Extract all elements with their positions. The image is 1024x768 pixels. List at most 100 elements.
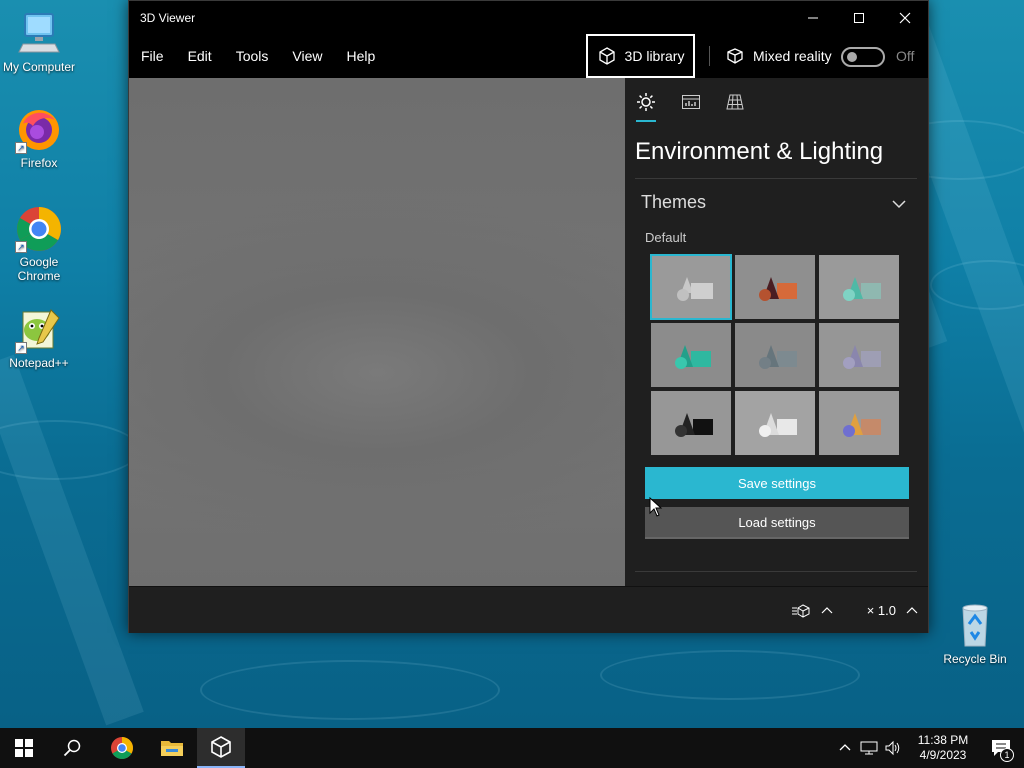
- search-button[interactable]: [48, 728, 96, 768]
- menu-help[interactable]: Help: [334, 34, 387, 78]
- panel-title: Environment & Lighting: [635, 138, 884, 165]
- clock[interactable]: 11:38 PM 4/9/2023: [908, 733, 978, 763]
- desktop-icon-notepadpp[interactable]: ↗ Notepad++: [1, 306, 77, 370]
- close-button[interactable]: [882, 1, 928, 34]
- search-icon: [63, 739, 81, 757]
- mouse-cursor-icon: [649, 497, 663, 517]
- save-settings-button[interactable]: Save settings: [645, 467, 909, 499]
- minimize-icon: [808, 17, 818, 18]
- tab-stats[interactable]: [679, 90, 703, 114]
- theme-preview: [819, 255, 899, 319]
- mixed-reality-toggle[interactable]: [841, 47, 885, 67]
- theme-thumbnail[interactable]: [735, 391, 815, 455]
- desktop-icon-label: Notepad++: [9, 356, 69, 370]
- chrome-icon: ↗: [15, 205, 63, 253]
- lighting-icon: [637, 93, 655, 111]
- taskbar-file-explorer[interactable]: [148, 728, 196, 768]
- taskbar: 11:38 PM 4/9/2023 1: [0, 728, 1024, 768]
- firefox-icon: ↗: [15, 106, 63, 154]
- close-icon: [899, 12, 911, 23]
- chrome-icon: [111, 737, 133, 759]
- status-bar: × 1.0: [129, 586, 928, 633]
- mixed-reality-label: Mixed reality: [753, 48, 832, 64]
- mixed-reality-button[interactable]: Mixed reality: [725, 34, 832, 78]
- clock-date: 4/9/2023: [919, 748, 967, 762]
- themes-group-label: Default: [645, 230, 687, 245]
- folder-icon: [161, 741, 183, 756]
- toggle-knob: [847, 52, 857, 62]
- window-title: 3D Viewer: [140, 10, 196, 25]
- theme-thumbnail[interactable]: [650, 254, 732, 320]
- notification-count: 1: [1000, 748, 1014, 762]
- desktop-icon-my-computer[interactable]: My Computer: [1, 10, 77, 74]
- mixed-reality-state: Off: [896, 48, 915, 64]
- maximize-icon: [854, 12, 864, 23]
- theme-preview: [819, 323, 899, 387]
- 3d-viewport[interactable]: [129, 78, 625, 586]
- desktop-icon-recycle-bin[interactable]: Recycle Bin: [937, 602, 1013, 666]
- panel-tabs: [625, 78, 928, 126]
- themes-header[interactable]: Themes: [641, 192, 706, 213]
- menu-file[interactable]: File: [129, 34, 176, 78]
- recycle-bin-icon: [951, 602, 999, 650]
- theme-thumbnail[interactable]: [735, 255, 815, 319]
- 3d-library-label: 3D library: [624, 48, 685, 64]
- panel-divider: [635, 571, 917, 572]
- theme-preview: [735, 255, 815, 319]
- network-icon[interactable]: [860, 740, 878, 756]
- 3d-library-button[interactable]: 3D library: [586, 34, 695, 78]
- volume-icon[interactable]: [884, 740, 902, 756]
- menu-separator: [709, 46, 710, 66]
- title-bar[interactable]: 3D Viewer: [129, 1, 928, 34]
- desktop-icon-label: My Computer: [2, 60, 76, 74]
- stats-icon: [682, 95, 700, 109]
- tab-lighting[interactable]: [634, 90, 658, 114]
- notepadpp-icon: ↗: [15, 306, 63, 354]
- taskbar-chrome[interactable]: [98, 728, 146, 768]
- chevron-up-icon[interactable]: [821, 605, 833, 617]
- theme-preview: [651, 255, 731, 319]
- desktop-icon-label: Firefox: [20, 156, 58, 170]
- active-tab-indicator: [636, 120, 656, 122]
- system-tray: 11:38 PM 4/9/2023 1: [838, 728, 1024, 768]
- panel-divider: [635, 178, 917, 179]
- theme-thumbnail[interactable]: [819, 323, 899, 387]
- computer-icon: [15, 10, 63, 58]
- windows-logo-icon: [15, 739, 33, 757]
- menu-view[interactable]: View: [280, 34, 334, 78]
- environment-panel: Environment & Lighting Themes Default Sa…: [625, 78, 928, 586]
- chevron-up-icon[interactable]: [838, 741, 852, 755]
- theme-preview: [735, 323, 815, 387]
- app-window: 3D Viewer File Edit Tools View Help 3D l…: [128, 0, 929, 633]
- theme-preview: [819, 391, 899, 455]
- theme-preview: [651, 323, 731, 387]
- animation-icon[interactable]: [791, 603, 811, 619]
- menu-edit[interactable]: Edit: [176, 34, 224, 78]
- desktop-icon-chrome[interactable]: ↗ Google Chrome: [1, 205, 77, 283]
- theme-preview: [651, 391, 731, 455]
- 3d-viewer-icon: [211, 736, 231, 758]
- tab-grid[interactable]: [723, 90, 747, 114]
- theme-thumbnail[interactable]: [819, 255, 899, 319]
- maximize-button[interactable]: [836, 1, 882, 34]
- theme-preview: [735, 391, 815, 455]
- load-settings-button[interactable]: Load settings: [645, 507, 909, 539]
- theme-thumbnail[interactable]: [651, 323, 731, 387]
- mixed-reality-icon: [727, 48, 743, 64]
- chevron-down-icon[interactable]: [891, 196, 907, 212]
- playback-speed[interactable]: × 1.0: [867, 603, 896, 618]
- menu-tools[interactable]: Tools: [224, 34, 281, 78]
- taskbar-3d-viewer[interactable]: [197, 728, 245, 768]
- theme-thumbnail[interactable]: [651, 391, 731, 455]
- menu-bar: File Edit Tools View Help 3D library Mix…: [129, 34, 928, 78]
- theme-thumbnail[interactable]: [735, 323, 815, 387]
- desktop-icon-firefox[interactable]: ↗ Firefox: [1, 106, 77, 170]
- notification-button[interactable]: 1: [978, 728, 1024, 768]
- desktop-icon-label: Recycle Bin: [943, 652, 1007, 666]
- desktop-icon-label: Google Chrome: [17, 255, 61, 283]
- start-button[interactable]: [0, 728, 48, 768]
- theme-thumbnail[interactable]: [819, 391, 899, 455]
- minimize-button[interactable]: [790, 1, 836, 34]
- chevron-up-icon[interactable]: [906, 605, 918, 617]
- grid-icon: [726, 94, 744, 110]
